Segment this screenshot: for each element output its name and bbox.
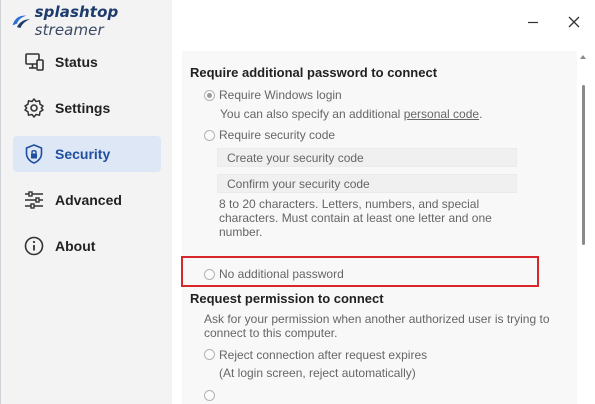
code-rules-line1: 8 to 20 characters. Letters, numbers, an…: [219, 197, 480, 211]
radio-security-code-label: Require security code: [219, 128, 336, 142]
radio-next-option-partial[interactable]: [204, 390, 215, 401]
sidebar-item-settings[interactable]: Settings: [13, 90, 161, 126]
radio-windows-login[interactable]: [204, 90, 215, 101]
sidebar-item-about[interactable]: About: [13, 228, 161, 264]
sidebar-item-label: Security: [55, 146, 111, 162]
content-scrollbar[interactable]: [579, 51, 587, 404]
app-name: splashtop streamer: [34, 3, 119, 39]
section-title-permission: Request permission to connect: [190, 291, 384, 306]
sidebar-item-label: Status: [55, 54, 98, 70]
sidebar-item-security[interactable]: Security: [13, 136, 161, 172]
minimize-icon[interactable]: [523, 12, 543, 32]
reject-note: (At login screen, reject automatically): [219, 366, 416, 380]
code-rules-line2: characters. Must contain at least one le…: [219, 211, 492, 225]
permission-note-line1: Ask for your permission when another aut…: [204, 312, 550, 326]
sliders-icon: [25, 191, 43, 209]
windows-login-note: You can also specify an additional perso…: [220, 107, 483, 121]
permission-note-line2: connect to this computer.: [204, 326, 338, 340]
sidebar: splashtop streamer Status Settings Secur…: [1, 0, 172, 404]
scroll-up-arrow-icon[interactable]: [580, 55, 586, 59]
sidebar-nav: Status Settings Security Advanced About: [13, 44, 161, 274]
code-rules-line3: number.: [219, 225, 263, 239]
sidebar-item-advanced[interactable]: Advanced: [13, 182, 161, 218]
sidebar-item-label: Settings: [55, 100, 111, 116]
splashtop-logo-icon: [12, 15, 31, 28]
radio-security-code[interactable]: [204, 130, 215, 141]
personal-code-link[interactable]: personal code: [404, 107, 479, 121]
sidebar-item-status[interactable]: Status: [13, 44, 161, 80]
gear-icon: [24, 98, 44, 118]
shield-lock-icon: [25, 144, 43, 164]
section-title-password: Require additional password to connect: [190, 65, 438, 80]
radio-windows-login-label: Require Windows login: [219, 88, 342, 102]
confirm-security-code-input[interactable]: Confirm your security code: [217, 174, 517, 193]
radio-reject-connection[interactable]: [204, 349, 215, 360]
radio-reject-connection-label: Reject connection after request expires: [219, 348, 428, 362]
scroll-thumb[interactable]: [582, 85, 585, 245]
streamer-window: splashtop streamer Status Settings Secur…: [0, 0, 595, 404]
monitor-icon: [25, 53, 44, 71]
create-security-code-input[interactable]: Create your security code: [217, 148, 517, 167]
security-panel: Require additional password to connect R…: [182, 51, 577, 404]
app-logo: splashtop streamer: [10, 3, 172, 39]
close-icon[interactable]: [564, 12, 584, 32]
highlight-box: [181, 256, 539, 287]
sidebar-item-label: Advanced: [55, 192, 122, 208]
info-icon: [24, 236, 44, 256]
sidebar-item-label: About: [55, 238, 96, 254]
